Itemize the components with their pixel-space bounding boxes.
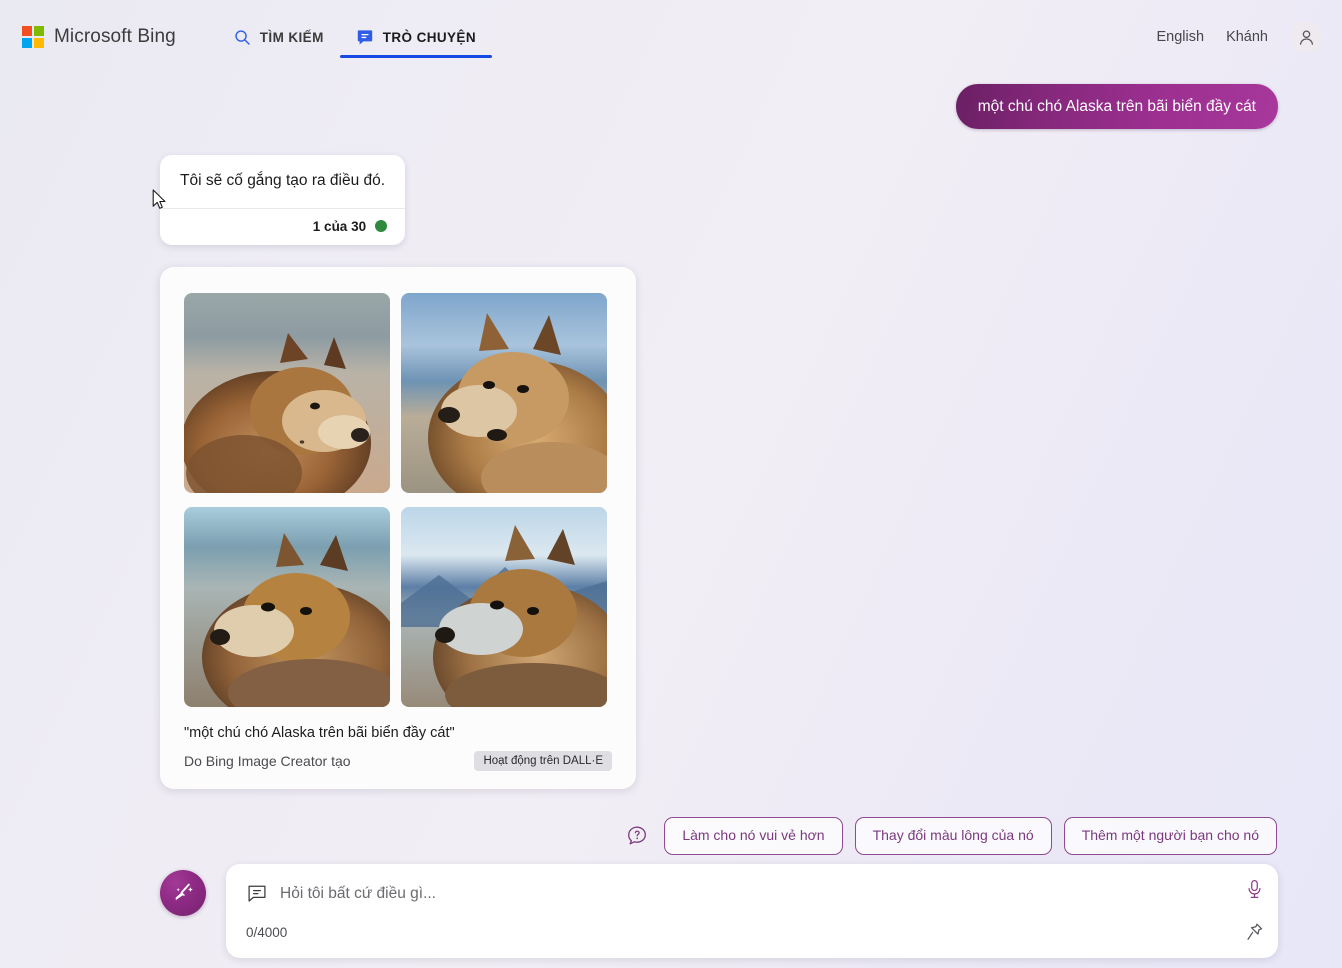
brand-name: Microsoft Bing bbox=[54, 26, 176, 48]
user-message-bubble: một chú chó Alaska trên bãi biển đầy cát bbox=[956, 84, 1278, 129]
tab-search[interactable]: TÌM KIẾM bbox=[218, 0, 340, 74]
composer-actions bbox=[1245, 878, 1264, 943]
composer-input-row bbox=[246, 883, 1220, 905]
avatar[interactable] bbox=[1290, 21, 1322, 53]
turn-counter: 1 của 30 bbox=[313, 219, 366, 234]
question-bubble-icon[interactable] bbox=[625, 824, 649, 848]
image-result-card: "một chú chó Alaska trên bãi biển đầy cá… bbox=[160, 267, 636, 790]
message-composer: 0/4000 bbox=[226, 864, 1278, 958]
header-nav: TÌM KIẾM TRÒ CHUYỆN bbox=[218, 0, 492, 74]
image-card-row: "một chú chó Alaska trên bãi biển đầy cá… bbox=[160, 245, 1278, 790]
search-input[interactable] bbox=[280, 885, 1220, 903]
bing-brand-logo[interactable]: Microsoft Bing bbox=[22, 26, 176, 48]
tab-search-label: TÌM KIẾM bbox=[260, 30, 324, 45]
bot-message-text: Tôi sẽ cố gắng tạo ra điều đó. bbox=[160, 155, 405, 207]
chat-thread: một chú chó Alaska trên bãi biển đầy cát… bbox=[0, 74, 1342, 844]
microsoft-logo bbox=[22, 26, 44, 48]
language-selector[interactable]: English bbox=[1157, 29, 1205, 45]
character-counter: 0/4000 bbox=[246, 925, 287, 940]
suggestion-chips: Làm cho nó vui vẻ hơn Thay đổi màu lông … bbox=[160, 817, 1278, 854]
generated-image-2[interactable] bbox=[401, 293, 607, 493]
dalle-badge: Hoạt động trên DALL·E bbox=[474, 751, 612, 771]
image-card-source: Do Bing Image Creator tạo bbox=[184, 753, 351, 769]
image-grid bbox=[184, 293, 612, 707]
image-card-footer: Do Bing Image Creator tạo Hoạt động trên… bbox=[184, 751, 612, 771]
generated-image-1[interactable] bbox=[184, 293, 390, 493]
tab-chat-label: TRÒ CHUYỆN bbox=[383, 30, 476, 45]
microphone-icon[interactable] bbox=[1245, 878, 1264, 900]
chat-icon bbox=[356, 28, 374, 46]
broom-icon bbox=[170, 880, 196, 906]
header-right-controls: English Khánh bbox=[1157, 21, 1323, 53]
tab-chat[interactable]: TRÒ CHUYỆN bbox=[340, 0, 492, 74]
generated-image-4[interactable] bbox=[401, 507, 607, 707]
person-icon bbox=[1297, 28, 1316, 47]
app-header: Microsoft Bing TÌM KIẾM TRÒ CHUYỆN bbox=[0, 0, 1342, 74]
suggestion-chip-1[interactable]: Làm cho nó vui vẻ hơn bbox=[664, 817, 842, 854]
new-topic-button[interactable] bbox=[160, 870, 206, 916]
composer-area: 0/4000 bbox=[160, 864, 1278, 958]
user-message-row: một chú chó Alaska trên bãi biển đầy cát bbox=[160, 78, 1278, 129]
chat-bubble-icon bbox=[246, 883, 268, 905]
user-name-label[interactable]: Khánh bbox=[1226, 29, 1268, 45]
image-card-caption: "một chú chó Alaska trên bãi biển đầy cá… bbox=[184, 724, 612, 743]
bot-message-row: Tôi sẽ cố gắng tạo ra điều đó. 1 của 30 bbox=[160, 129, 1278, 244]
search-icon bbox=[234, 29, 251, 46]
suggestion-chip-3[interactable]: Thêm một người bạn cho nó bbox=[1064, 817, 1277, 854]
suggestion-chip-2[interactable]: Thay đổi màu lông của nó bbox=[855, 817, 1052, 854]
turn-counter-row: 1 của 30 bbox=[160, 208, 405, 245]
generated-image-3[interactable] bbox=[184, 507, 390, 707]
bot-message-bubble: Tôi sẽ cố gắng tạo ra điều đó. 1 của 30 bbox=[160, 155, 405, 244]
pin-icon[interactable] bbox=[1245, 921, 1264, 943]
status-badge bbox=[375, 220, 387, 232]
